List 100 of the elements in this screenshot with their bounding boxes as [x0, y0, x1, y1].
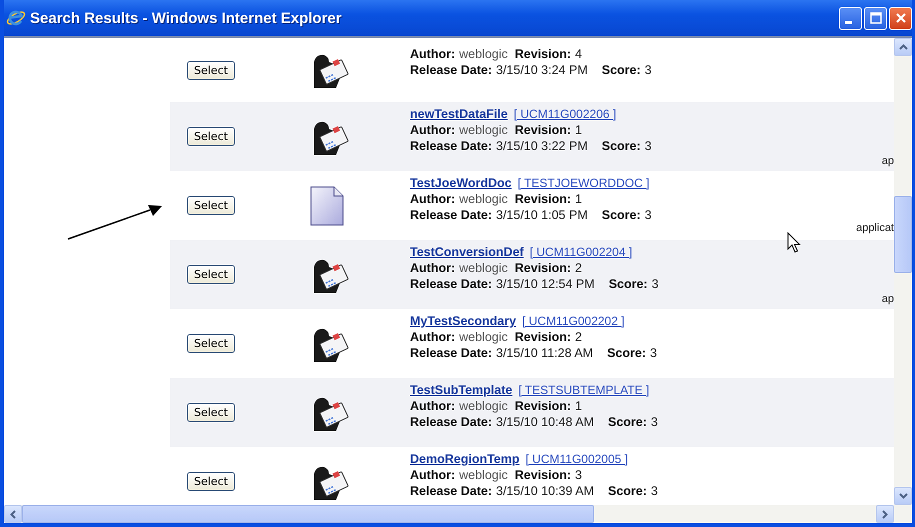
- revision-value: 4: [575, 46, 582, 62]
- author-label: Author:: [410, 191, 456, 207]
- browser-logo-icon: [6, 8, 26, 28]
- release-date-value: 3/15/10 10:39 AM: [496, 483, 594, 499]
- scroll-up-button[interactable]: [894, 38, 912, 56]
- author-label: Author:: [410, 260, 456, 276]
- result-title-link[interactable]: DemoRegionTemp: [410, 451, 520, 467]
- chevron-right-icon: [882, 510, 888, 518]
- score-label: Score:: [608, 414, 647, 430]
- release-date-label: Release Date:: [410, 414, 492, 430]
- revision-value: 1: [575, 398, 582, 414]
- document-id-link[interactable]: [ UCM11G002005 ]: [526, 451, 628, 467]
- score-label: Score:: [608, 276, 648, 292]
- chevron-down-icon: [898, 493, 908, 499]
- result-title-link[interactable]: TestSubTemplate: [410, 382, 512, 398]
- author-label: Author:: [410, 122, 456, 138]
- revision-value: 2: [575, 260, 582, 276]
- clipped-text: applicat: [856, 222, 894, 234]
- select-button[interactable]: Select: [187, 196, 235, 215]
- minimize-button[interactable]: [839, 6, 862, 30]
- score-label: Score:: [608, 483, 647, 499]
- author-label: Author:: [410, 467, 456, 483]
- scrollbar-thumb[interactable]: [22, 505, 594, 523]
- score-value: 3: [650, 483, 658, 499]
- release-date-label: Release Date:: [410, 345, 492, 361]
- document-id-link[interactable]: [ TESTJOEWORDDOC ]: [518, 175, 650, 191]
- author-label: Author:: [410, 329, 456, 345]
- revision-label: Revision:: [514, 191, 572, 207]
- select-button[interactable]: Select: [187, 472, 235, 491]
- release-date-value: 3/15/10 12:54 PM: [496, 276, 595, 292]
- maximize-icon: [870, 12, 882, 24]
- author-value: weblogic: [459, 398, 508, 414]
- score-value: 3: [644, 138, 652, 154]
- select-button[interactable]: Select: [187, 403, 235, 422]
- score-label: Score:: [607, 345, 646, 361]
- release-date-value: 3/15/10 3:22 PM: [496, 138, 588, 154]
- author-label: Author:: [410, 46, 456, 62]
- revision-value: 2: [575, 329, 582, 345]
- clipped-text: ap: [882, 155, 894, 167]
- revision-value: 1: [575, 122, 582, 138]
- score-value: 3: [644, 207, 652, 223]
- revision-label: Revision:: [514, 46, 572, 62]
- select-button[interactable]: Select: [187, 60, 235, 80]
- document-icon: [310, 186, 344, 226]
- scrollbar-thumb[interactable]: [894, 196, 912, 273]
- select-button[interactable]: Select: [187, 127, 235, 146]
- release-date-label: Release Date:: [410, 276, 492, 292]
- scroll-left-button[interactable]: [4, 505, 22, 523]
- close-button[interactable]: [889, 6, 912, 30]
- minimize-icon: [844, 21, 852, 24]
- revision-value: 1: [575, 191, 582, 207]
- score-value: 3: [652, 276, 659, 292]
- release-date-value: 3/15/10 3:24 PM: [496, 62, 588, 78]
- score-label: Score:: [602, 62, 641, 78]
- close-icon: [894, 12, 906, 24]
- select-button[interactable]: Select: [187, 334, 235, 353]
- author-value: weblogic: [459, 46, 508, 62]
- mouse-cursor-icon: [787, 232, 801, 254]
- clipped-text: ap: [882, 293, 894, 305]
- release-date-label: Release Date:: [410, 207, 492, 223]
- result-title-link[interactable]: newTestDataFile: [410, 106, 508, 122]
- score-value: 3: [644, 62, 652, 78]
- chevron-up-icon: [898, 44, 908, 50]
- score-value: 3: [650, 414, 658, 430]
- scroll-right-button[interactable]: [876, 505, 894, 523]
- document-id-link[interactable]: [ UCM11G002206 ]: [514, 106, 616, 122]
- author-value: weblogic: [459, 191, 508, 207]
- select-button[interactable]: Select: [187, 265, 235, 284]
- release-date-value: 3/15/10 11:28 AM: [496, 345, 594, 361]
- release-date-value: 3/15/10 10:48 AM: [496, 414, 594, 430]
- result-title-link[interactable]: MyTestSecondary: [410, 313, 516, 329]
- author-value: weblogic: [459, 467, 508, 483]
- maximize-button[interactable]: [864, 6, 887, 30]
- author-value: weblogic: [459, 122, 508, 138]
- revision-label: Revision:: [514, 329, 572, 345]
- score-label: Score:: [602, 207, 641, 223]
- revision-label: Revision:: [514, 398, 572, 414]
- author-value: weblogic: [459, 260, 508, 276]
- revision-label: Revision:: [514, 467, 572, 483]
- result-title-link[interactable]: TestConversionDef: [410, 244, 524, 260]
- revision-label: Revision:: [514, 260, 572, 276]
- release-date-label: Release Date:: [410, 62, 492, 78]
- document-id-link[interactable]: [ TESTSUBTEMPLATE ]: [518, 382, 650, 398]
- revision-value: 3: [575, 467, 582, 483]
- document-id-link[interactable]: [ UCM11G002202 ]: [522, 313, 625, 329]
- score-value: 3: [650, 345, 657, 361]
- score-label: Score:: [602, 138, 641, 154]
- author-value: weblogic: [459, 329, 508, 345]
- release-date-label: Release Date:: [410, 138, 492, 154]
- horizontal-scrollbar[interactable]: [4, 505, 912, 523]
- chevron-left-icon: [10, 510, 16, 518]
- document-id-link[interactable]: [ UCM11G002204 ]: [530, 244, 632, 260]
- revision-label: Revision:: [514, 122, 572, 138]
- result-title-link[interactable]: TestJoeWordDoc: [410, 175, 512, 191]
- scroll-down-button[interactable]: [894, 487, 912, 505]
- release-date-value: 3/15/10 1:05 PM: [496, 207, 588, 223]
- window-title: Search Results - Windows Internet Explorer: [30, 10, 342, 26]
- vertical-scrollbar[interactable]: [894, 38, 912, 505]
- release-date-label: Release Date:: [410, 483, 492, 499]
- author-label: Author:: [410, 398, 456, 414]
